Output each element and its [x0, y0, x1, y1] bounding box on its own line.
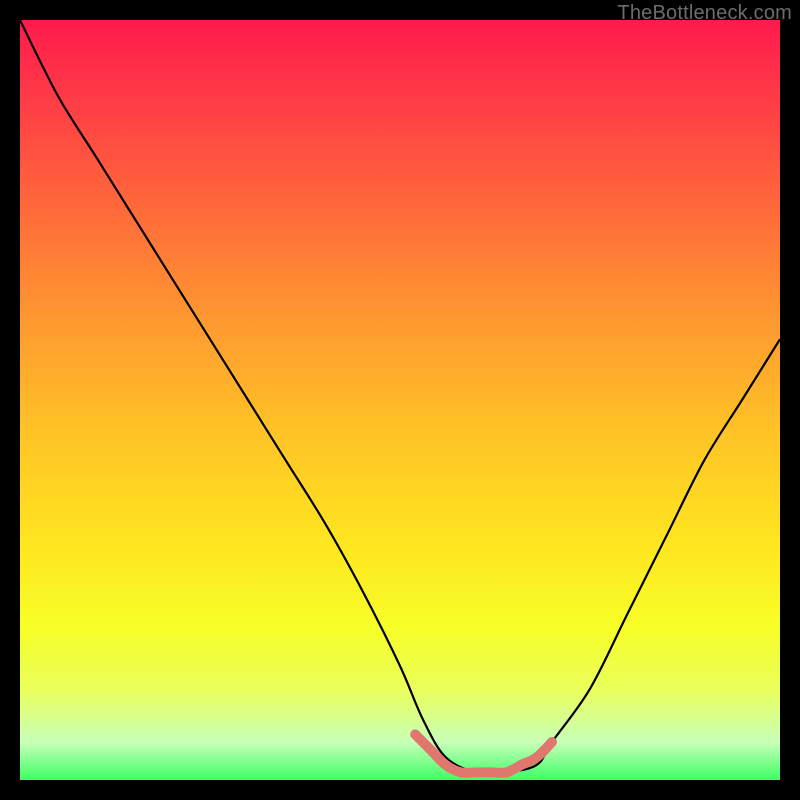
curve-svg [20, 20, 780, 780]
bottleneck-curve [20, 20, 780, 774]
gradient-plot-area [20, 20, 780, 780]
chart-frame: TheBottleneck.com [0, 0, 800, 800]
